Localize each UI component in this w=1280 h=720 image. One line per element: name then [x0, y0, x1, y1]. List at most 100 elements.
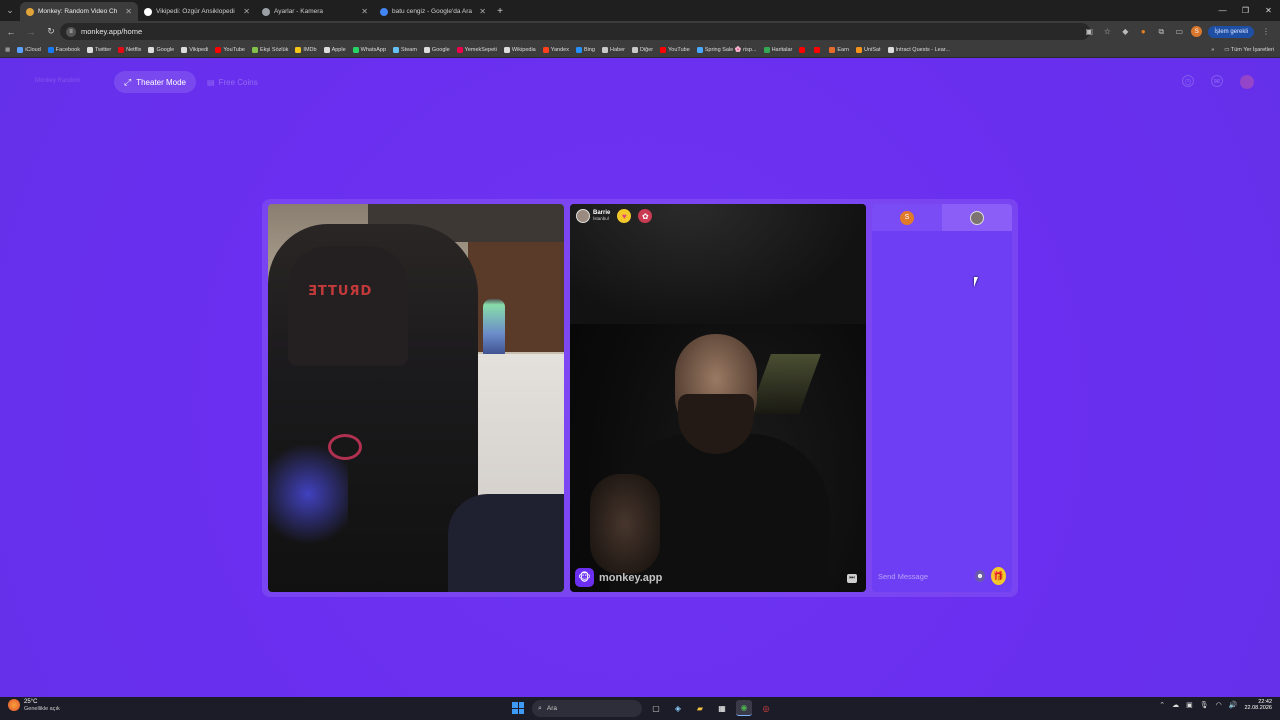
browser-menu-icon[interactable]: ⋮	[1260, 26, 1272, 38]
bookmark-item[interactable]: Netflix	[118, 46, 142, 53]
bookmark-item[interactable]: WhatsApp	[352, 46, 386, 53]
gift-icon[interactable]: 🎁	[991, 567, 1006, 585]
back-button[interactable]: ←	[2, 23, 20, 41]
bookmark-item[interactable]: Google	[148, 46, 174, 53]
bookmark-item[interactable]: Yandex	[542, 46, 569, 53]
bookmark-item[interactable]: Haritalar	[763, 46, 793, 53]
free-coins-button[interactable]: ▤ Free Coins	[207, 71, 258, 93]
bookmark-item[interactable]: Intract Quests - Lear...	[887, 46, 950, 53]
send-message-input[interactable]	[878, 571, 975, 581]
side-panel-icon[interactable]: ▭	[1173, 26, 1185, 38]
bookmark-item[interactable]: IMDb	[295, 46, 317, 53]
bookmark-label: Netflix	[126, 46, 142, 53]
app-red-icon[interactable]: ◎	[758, 700, 774, 716]
monkey-watermark: 🐵 monkey.app	[575, 568, 662, 587]
tab-search-icon[interactable]: ⌄	[0, 0, 20, 21]
bookmark-item[interactable]: Bing	[575, 46, 595, 53]
chrome-icon[interactable]: ◉	[736, 700, 752, 716]
brand-logo[interactable]: Monkey Random	[35, 78, 80, 84]
bookmark-item[interactable]: Steam	[393, 46, 417, 53]
reload-button[interactable]: ↻	[42, 23, 60, 41]
profile-avatar[interactable]: S	[1191, 26, 1203, 37]
file-explorer-icon[interactable]: ▰	[692, 700, 708, 716]
bookmark-item[interactable]	[799, 46, 807, 53]
windows-start-icon[interactable]	[512, 702, 524, 714]
bookmark-item[interactable]: Facebook	[47, 46, 80, 53]
task-view-icon[interactable]: ▢	[648, 700, 664, 716]
more-bookmarks-icon[interactable]: »	[1211, 47, 1214, 53]
cast-icon[interactable]: ▣	[1083, 26, 1095, 38]
browser-tab[interactable]: Monkey: Random Video Ch ✕	[20, 2, 138, 21]
bookmark-item[interactable]: Vikipedi	[181, 46, 209, 53]
all-bookmarks-folder[interactable]: ▭ Tüm Yer İşaretleri	[1224, 47, 1274, 53]
copilot-icon[interactable]: ◈	[670, 700, 686, 716]
clock[interactable]: 22:42 22.08.2026	[1244, 699, 1272, 712]
bookmark-item[interactable]: Haber	[602, 46, 625, 53]
taskbar-search[interactable]: ⌕ Ara	[532, 700, 642, 717]
chair-logo-text: ƎTTUЯD	[308, 284, 373, 299]
tray-app-icon[interactable]: ▣	[1186, 701, 1193, 709]
network-cloud-icon[interactable]: ☁	[1172, 701, 1179, 709]
tab-close-icon[interactable]: ✕	[479, 7, 486, 16]
close-window-button[interactable]: ✕	[1257, 0, 1280, 21]
wifi-icon[interactable]: ◠	[1216, 701, 1222, 709]
bookmark-item[interactable]: YouTube	[660, 46, 690, 53]
tray-chevron-icon[interactable]: ⌃	[1159, 701, 1165, 709]
chat-bubble-icon[interactable]: ✉	[1211, 75, 1223, 87]
bookmark-item[interactable]	[814, 46, 822, 53]
bookmark-item[interactable]: Ekşi Sözlük	[251, 46, 288, 53]
bookmark-label: Haritalar	[771, 46, 793, 53]
history-icon[interactable]: ◷	[1182, 75, 1194, 87]
apps-grid-icon[interactable]: ▦	[5, 47, 10, 53]
skip-icon[interactable]: ⏭	[847, 574, 857, 583]
bookmark-item[interactable]: Twitter	[86, 46, 111, 53]
gift-rose-icon[interactable]: ✿	[638, 209, 653, 223]
heart-icon[interactable]: ♥	[617, 209, 632, 223]
bookmark-favicon-icon	[181, 46, 188, 53]
bookmark-item[interactable]: Diğer	[631, 46, 653, 53]
bookmark-item[interactable]: Spring Sale 🌸 risp...	[696, 46, 757, 53]
extension-icon[interactable]: ◆	[1119, 26, 1131, 38]
bookmark-star-icon[interactable]: ☆	[1101, 26, 1113, 38]
bookmark-label: Vikipedi	[189, 46, 209, 53]
peer-location: İstanbul	[593, 215, 609, 221]
emoji-icon[interactable]: ☻	[975, 570, 985, 582]
header-actions: ◷ ✉	[1182, 75, 1254, 89]
extensions-puzzle-icon[interactable]: ⧉	[1155, 26, 1167, 38]
browser-tab[interactable]: batu cengiz - Google'da Ara ✕	[374, 2, 492, 21]
volume-icon[interactable]: 🔊	[1229, 701, 1238, 709]
tab-close-icon[interactable]: ✕	[243, 7, 250, 16]
bookmark-item[interactable]: YouTube	[215, 46, 245, 53]
minimize-button[interactable]: —	[1211, 0, 1234, 21]
peer-avatar[interactable]	[576, 209, 590, 223]
bookmark-favicon-icon	[86, 46, 93, 53]
new-tab-button[interactable]: +	[492, 2, 508, 21]
tab-close-icon[interactable]: ✕	[125, 7, 132, 16]
browser-tab[interactable]: Vikipedi: Özgür Ansiklopedi ✕	[138, 2, 256, 21]
update-required-button[interactable]: İşlem gerekli	[1208, 25, 1254, 38]
microphone-icon[interactable]: 🎙	[1200, 701, 1209, 709]
site-info-icon[interactable]: ≡	[66, 26, 76, 37]
user-avatar[interactable]	[1240, 75, 1254, 89]
maximize-button[interactable]: ❐	[1234, 0, 1257, 21]
bookmark-item[interactable]: Google	[423, 46, 450, 53]
peer-info: Barrie İstanbul ♥ ✿	[576, 209, 653, 223]
tab-close-icon[interactable]: ✕	[361, 7, 368, 16]
bookmark-item[interactable]: Wikipedia	[503, 46, 536, 53]
bookmark-item[interactable]: Earn	[829, 46, 849, 53]
theater-mode-button[interactable]: ⤢ Theater Mode	[114, 71, 197, 93]
chat-tab-peer[interactable]	[942, 204, 1012, 231]
weather-widget[interactable]: 25°C Genellikle açık	[8, 699, 60, 712]
chat-tab-me[interactable]: S	[872, 204, 942, 231]
store-icon[interactable]: ▦	[714, 700, 730, 716]
address-bar[interactable]: ≡ monkey.app/home	[60, 23, 1090, 40]
bookmark-item[interactable]: iCloud	[17, 46, 41, 53]
bookmark-item[interactable]: UniSat	[855, 46, 881, 53]
bookmark-item[interactable]: Apple	[323, 46, 346, 53]
extension-fox-icon[interactable]: ●	[1137, 26, 1149, 38]
bookmark-label: YemekSepeti	[464, 46, 497, 53]
bookmark-item[interactable]: YemekSepeti	[456, 46, 497, 53]
forward-button[interactable]: →	[22, 23, 40, 41]
bookmark-label: Wikipedia	[511, 46, 536, 53]
browser-tab[interactable]: Ayarlar - Kamera ✕	[256, 2, 374, 21]
